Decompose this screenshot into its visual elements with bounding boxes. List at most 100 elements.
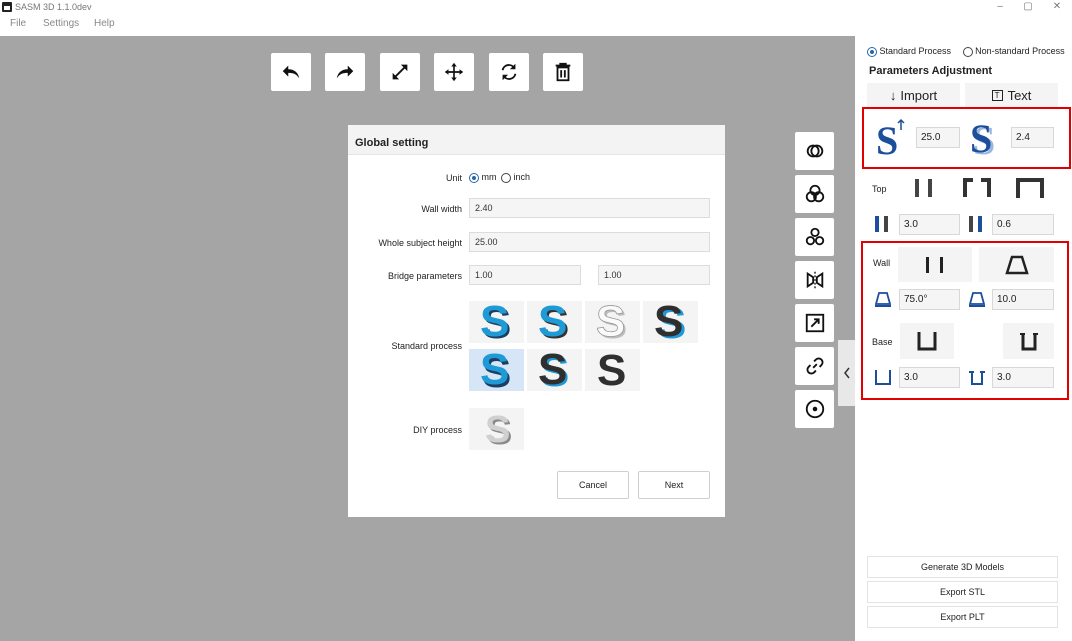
style-thumb-5[interactable]: SS	[469, 349, 524, 391]
menu-file[interactable]: File	[10, 18, 26, 29]
move-button[interactable]	[434, 53, 474, 91]
chevron-left-icon	[843, 367, 850, 379]
svg-text:S: S	[654, 302, 683, 342]
nonstandard-process-option: Non-standard Process	[975, 46, 1065, 56]
standard-process-label: Standard process	[391, 341, 462, 351]
center-button[interactable]	[795, 390, 834, 428]
rotate-button[interactable]	[489, 53, 529, 91]
straight-wall-icon	[926, 256, 943, 273]
panel-collapse-button[interactable]	[838, 340, 855, 406]
style-thumb-7[interactable]: S	[585, 349, 640, 391]
export-plt-button[interactable]: Export PLT	[867, 606, 1058, 628]
svg-text:S: S	[485, 409, 510, 449]
wall-label: Wall	[873, 258, 891, 268]
link-button[interactable]	[795, 347, 834, 385]
top-style-2-icon[interactable]	[960, 177, 994, 199]
import-label: Import	[900, 87, 938, 103]
boolean-ops-button[interactable]	[795, 132, 834, 170]
bridge-input-1[interactable]: 1.00	[469, 265, 581, 285]
wall-straight-button[interactable]	[898, 247, 972, 282]
mirror-icon	[806, 271, 823, 289]
window-title: SASM 3D 1.1.0dev	[15, 2, 92, 12]
base-style-2-button[interactable]	[1003, 323, 1054, 359]
top-style-1-icon[interactable]	[910, 177, 938, 199]
move-icon	[444, 62, 464, 82]
process-radio-group: Standard Process Non-standard Process	[867, 46, 1065, 57]
wall-tapered-button[interactable]	[979, 247, 1054, 282]
cancel-button[interactable]: Cancel	[557, 471, 629, 499]
pattern-button[interactable]	[795, 218, 834, 256]
diy-thumb[interactable]: SS	[469, 408, 524, 450]
diy-process-label: DIY process	[413, 425, 462, 435]
next-button[interactable]: Next	[638, 471, 710, 499]
generate-3d-models-button[interactable]: Generate 3D Models	[867, 556, 1058, 578]
undo-icon	[282, 65, 300, 79]
unit-mm-radio[interactable]	[469, 172, 479, 183]
style-thumb-3[interactable]: SS	[585, 301, 640, 343]
svg-text:S: S	[596, 302, 625, 342]
wall-offset-input[interactable]: 10.0	[992, 289, 1054, 310]
wall-s-icon: SS	[968, 116, 1004, 163]
export-stl-button[interactable]: Export STL	[867, 581, 1058, 603]
fit-button[interactable]	[795, 304, 834, 342]
s-letter-icon: SS	[480, 350, 511, 390]
bridge-label: Bridge parameters	[387, 271, 462, 281]
overlap-rings-icon	[806, 144, 823, 158]
base-value-2-input[interactable]: 3.0	[992, 367, 1054, 388]
union-button[interactable]	[795, 175, 834, 213]
base-label: Base	[872, 337, 893, 347]
style-thumb-6[interactable]: SS	[527, 349, 582, 391]
unit-radio-group: mm inch	[469, 172, 530, 183]
delete-button[interactable]	[543, 53, 583, 91]
base-flange-icon	[1019, 333, 1038, 351]
text-box-icon: T	[991, 89, 1003, 101]
style-thumb-1[interactable]: SS	[469, 301, 524, 343]
base-style-1-button[interactable]	[900, 323, 954, 359]
base-value-1-input[interactable]: 3.0	[899, 367, 960, 388]
minimize-button[interactable]: –	[985, 0, 1015, 16]
nonstandard-process-radio[interactable]	[962, 46, 973, 57]
panel-heading: Parameters Adjustment	[869, 65, 993, 77]
stacked-circles-icon	[805, 227, 824, 246]
standard-process-radio[interactable]	[867, 46, 877, 57]
redo-icon	[336, 65, 354, 79]
triple-circles-icon	[805, 184, 824, 203]
target-icon	[805, 399, 824, 419]
trash-icon	[555, 62, 571, 82]
scale-button[interactable]	[380, 53, 420, 91]
top-label: Top	[872, 184, 887, 194]
height-s-icon: S	[873, 118, 907, 163]
parameters-panel: Standard Process Non-standard Process Pa…	[855, 36, 1072, 641]
top-value-1-input[interactable]: 3.0	[899, 214, 960, 235]
wall-angle-input[interactable]: 75.0°	[899, 289, 960, 310]
style-thumb-4[interactable]: SS	[643, 301, 698, 343]
import-button[interactable]: ↓ Import	[867, 83, 960, 107]
style-thumb-2[interactable]: SS	[527, 301, 582, 343]
menu-settings[interactable]: Settings	[43, 18, 79, 29]
text-label: Text	[1007, 87, 1032, 103]
top-value-2-input[interactable]: 0.6	[992, 214, 1054, 235]
wall-width-input[interactable]: 2.40	[469, 198, 710, 218]
menu-help[interactable]: Help	[94, 18, 115, 29]
text-button[interactable]: T Text	[965, 83, 1058, 107]
top-width-icon	[874, 214, 890, 234]
mirror-button[interactable]	[795, 261, 834, 299]
close-button[interactable]: ✕	[1042, 0, 1072, 16]
bridge-input-2[interactable]: 1.00	[598, 265, 710, 285]
height-label: Whole subject height	[378, 238, 462, 248]
wall-width-label: Wall width	[421, 204, 462, 214]
rotate-icon	[501, 63, 517, 81]
svg-text:S: S	[538, 350, 567, 390]
redo-button[interactable]	[325, 53, 365, 91]
height-input[interactable]: 25.00	[469, 232, 710, 252]
wall-angle-icon	[874, 290, 892, 308]
top-style-3-icon[interactable]	[1013, 177, 1047, 199]
title-bar: SASM 3D 1.1.0dev – ▢ ✕	[0, 0, 1072, 16]
svg-text:S: S	[597, 350, 626, 390]
link-icon	[806, 357, 823, 375]
unit-inch-radio[interactable]	[501, 172, 512, 183]
height-value-input[interactable]: 25.0	[916, 127, 960, 148]
wall-value-input[interactable]: 2.4	[1011, 127, 1054, 148]
maximize-button[interactable]: ▢	[1013, 0, 1043, 16]
undo-button[interactable]	[271, 53, 311, 91]
